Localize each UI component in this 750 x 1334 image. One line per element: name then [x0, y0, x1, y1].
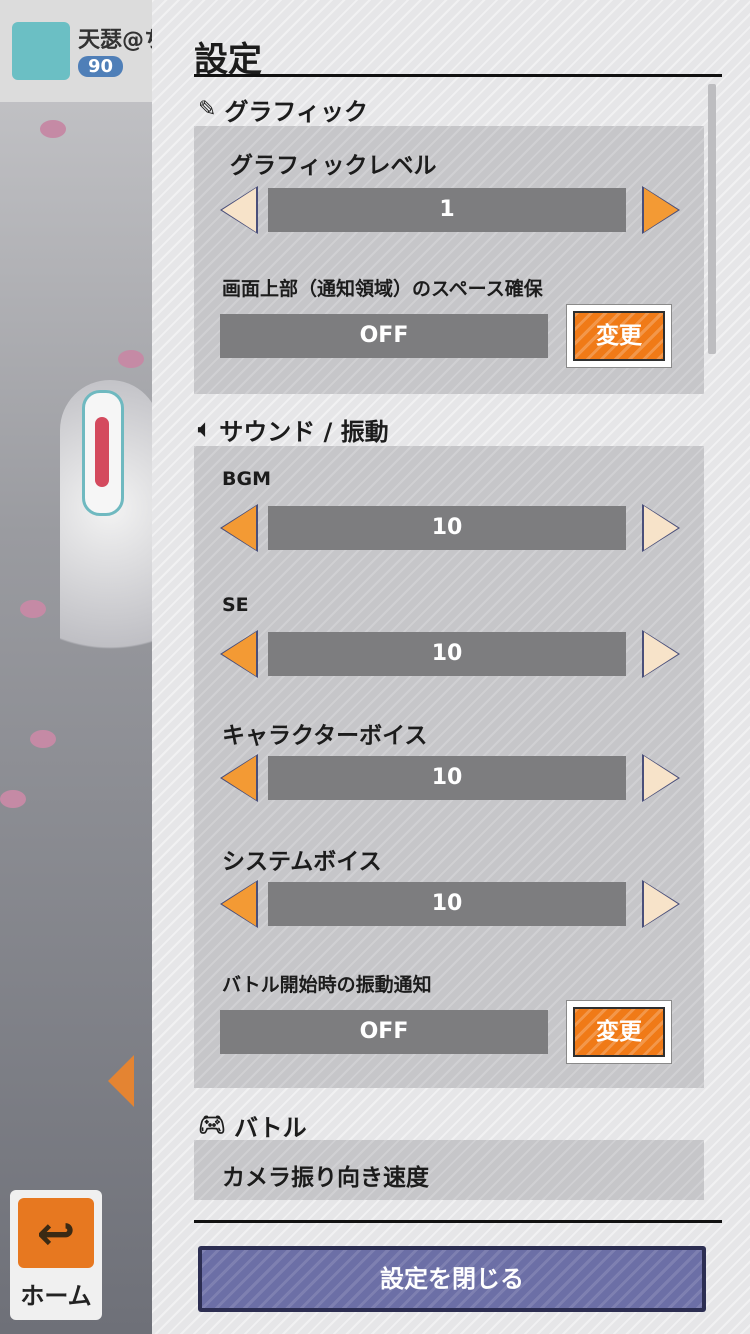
system-voice-increase-button[interactable]	[640, 880, 680, 928]
title-divider	[194, 74, 722, 77]
graphics-level-slider: 1	[220, 186, 680, 234]
petal-decoration	[118, 350, 144, 368]
bgm-label: BGM	[222, 468, 271, 490]
se-label: SE	[222, 594, 249, 616]
character-voice-label: キャラクターボイス	[222, 723, 428, 749]
battle-vibration-value: OFF	[220, 1010, 548, 1054]
section-title-battle: バトル	[233, 1114, 307, 1142]
notch-space-change-button[interactable]: 変更	[566, 304, 672, 368]
player-avatar	[12, 22, 70, 80]
petal-decoration	[0, 790, 26, 808]
character-voice-slider: 10	[220, 754, 680, 802]
section-title-sound: サウンド / 振動	[219, 418, 389, 446]
gamepad-icon: 🎮︎	[198, 1113, 226, 1138]
footer-divider	[194, 1220, 722, 1223]
graphics-level-decrease-button[interactable]	[220, 186, 260, 234]
bgm-slider: 10	[220, 504, 680, 552]
return-arrow-icon: ↩	[18, 1198, 94, 1268]
banner-left-arrow-icon	[108, 1055, 134, 1107]
speaker-icon: 🔈︎	[198, 417, 212, 442]
section-header-graphics: ✎ グラフィック	[198, 92, 368, 127]
settings-panel: 設定 ✎ グラフィック グラフィックレベル 1 画面上部（通知領域）のスペース確…	[152, 0, 750, 1334]
battle-settings-box: カメラ振り向き速度	[194, 1140, 704, 1200]
system-voice-label: システムボイス	[222, 849, 382, 875]
se-value: 10	[268, 632, 626, 676]
se-increase-button[interactable]	[640, 630, 680, 678]
character-ear	[82, 390, 124, 516]
se-decrease-button[interactable]	[220, 630, 260, 678]
camera-speed-label: カメラ振り向き速度	[222, 1165, 429, 1191]
graphics-level-label: グラフィックレベル	[230, 153, 437, 179]
system-voice-decrease-button[interactable]	[220, 880, 260, 928]
graphics-level-value: 1	[268, 188, 626, 232]
system-voice-slider: 10	[220, 880, 680, 928]
notch-space-label: 画面上部（通知領域）のスペース確保	[222, 278, 543, 300]
graphics-settings-box: グラフィックレベル 1 画面上部（通知領域）のスペース確保 OFF 変更	[194, 126, 704, 394]
bgm-value: 10	[268, 506, 626, 550]
notch-space-value: OFF	[220, 314, 548, 358]
notch-space-toggle: OFF 変更	[220, 304, 680, 368]
character-voice-increase-button[interactable]	[640, 754, 680, 802]
se-slider: 10	[220, 630, 680, 678]
system-voice-value: 10	[268, 882, 626, 926]
pencil-icon: ✎	[198, 97, 217, 122]
sound-settings-box: BGM 10 SE 10 キャラクターボイス 10 システムボイス 10 バトル…	[194, 446, 704, 1088]
close-settings-label: 設定を閉じる	[202, 1250, 702, 1308]
change-button-label: 変更	[573, 1007, 665, 1057]
battle-vibration-change-button[interactable]: 変更	[566, 1000, 672, 1064]
settings-scrollbar[interactable]	[708, 84, 716, 1200]
change-button-label: 変更	[573, 311, 665, 361]
scrollbar-thumb[interactable]	[708, 84, 716, 354]
bgm-decrease-button[interactable]	[220, 504, 260, 552]
home-button: ↩ ホーム	[10, 1190, 102, 1320]
petal-decoration	[40, 120, 66, 138]
petal-decoration	[20, 600, 46, 618]
petal-decoration	[30, 730, 56, 748]
character-voice-decrease-button[interactable]	[220, 754, 260, 802]
player-level-badge: 90	[78, 56, 124, 77]
home-label: ホーム	[20, 1282, 92, 1310]
section-header-sound: 🔈︎ サウンド / 振動	[198, 412, 389, 447]
section-title-graphics: グラフィック	[224, 98, 368, 126]
bgm-increase-button[interactable]	[640, 504, 680, 552]
section-header-battle: 🎮︎ バトル	[198, 1108, 307, 1143]
character-voice-value: 10	[268, 756, 626, 800]
close-settings-button[interactable]: 設定を閉じる	[198, 1246, 706, 1312]
battle-vibration-toggle: OFF 変更	[220, 1000, 680, 1064]
graphics-level-increase-button[interactable]	[640, 186, 680, 234]
settings-scroll-area[interactable]: ✎ グラフィック グラフィックレベル 1 画面上部（通知領域）のスペース確保 O…	[192, 84, 712, 1200]
battle-vibration-label: バトル開始時の振動通知	[222, 974, 432, 996]
